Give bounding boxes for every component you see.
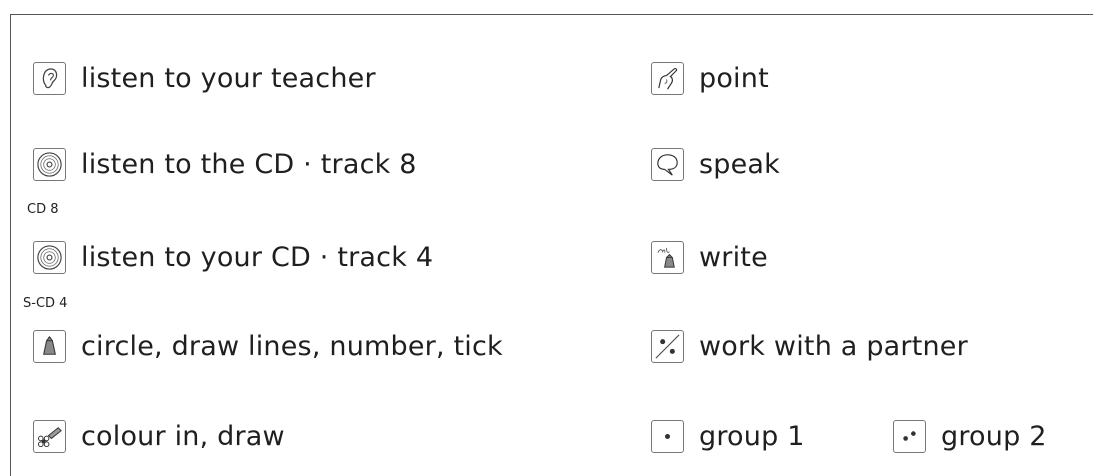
legend-item-speak: speak [651,144,780,184]
legend-item-listen-your-cd: listen to your CD · track 4 [33,237,433,277]
crayon-flower-icon [33,419,66,453]
legend-label: listen to the CD · track 8 [81,148,417,180]
legend-item-write: write [651,237,768,277]
pencil-icon [33,329,66,363]
ear-icon [33,61,66,95]
legend-label: circle, draw lines, number, tick [81,330,503,362]
legend-label: write [699,241,768,273]
pointing-hand-icon [651,61,684,95]
legend-label: speak [699,148,780,180]
legend-item-group2: group 2 [893,416,1047,456]
partner-dots-icon [651,329,684,363]
legend-item-listen-teacher: listen to your teacher [33,58,376,98]
speech-bubble-icon [651,147,684,181]
legend-item-point: point [651,58,769,98]
cd-icon [33,147,66,181]
cd-icon [33,240,66,274]
legend-label: listen to your teacher [81,62,376,94]
legend-item-partner: work with a partner [651,326,968,366]
legend-item-circle-draw: circle, draw lines, number, tick [33,326,503,366]
writing-pencil-icon [651,240,684,274]
legend-label: group 1 [699,420,805,452]
cd-track-caption: CD 8 [27,202,59,217]
legend-item-colour-in: colour in, draw [33,416,285,456]
legend-label: colour in, draw [81,420,285,452]
legend-label: listen to your CD · track 4 [81,241,434,273]
legend-label: group 2 [941,420,1047,452]
one-dot-icon [651,419,684,453]
two-dots-icon [893,419,926,453]
legend-item-group1: group 1 [651,416,805,456]
student-cd-caption: S-CD 4 [23,296,68,311]
legend-label: work with a partner [699,330,968,362]
legend-label: point [699,62,769,94]
legend-item-listen-cd: listen to the CD · track 8 [33,144,417,184]
